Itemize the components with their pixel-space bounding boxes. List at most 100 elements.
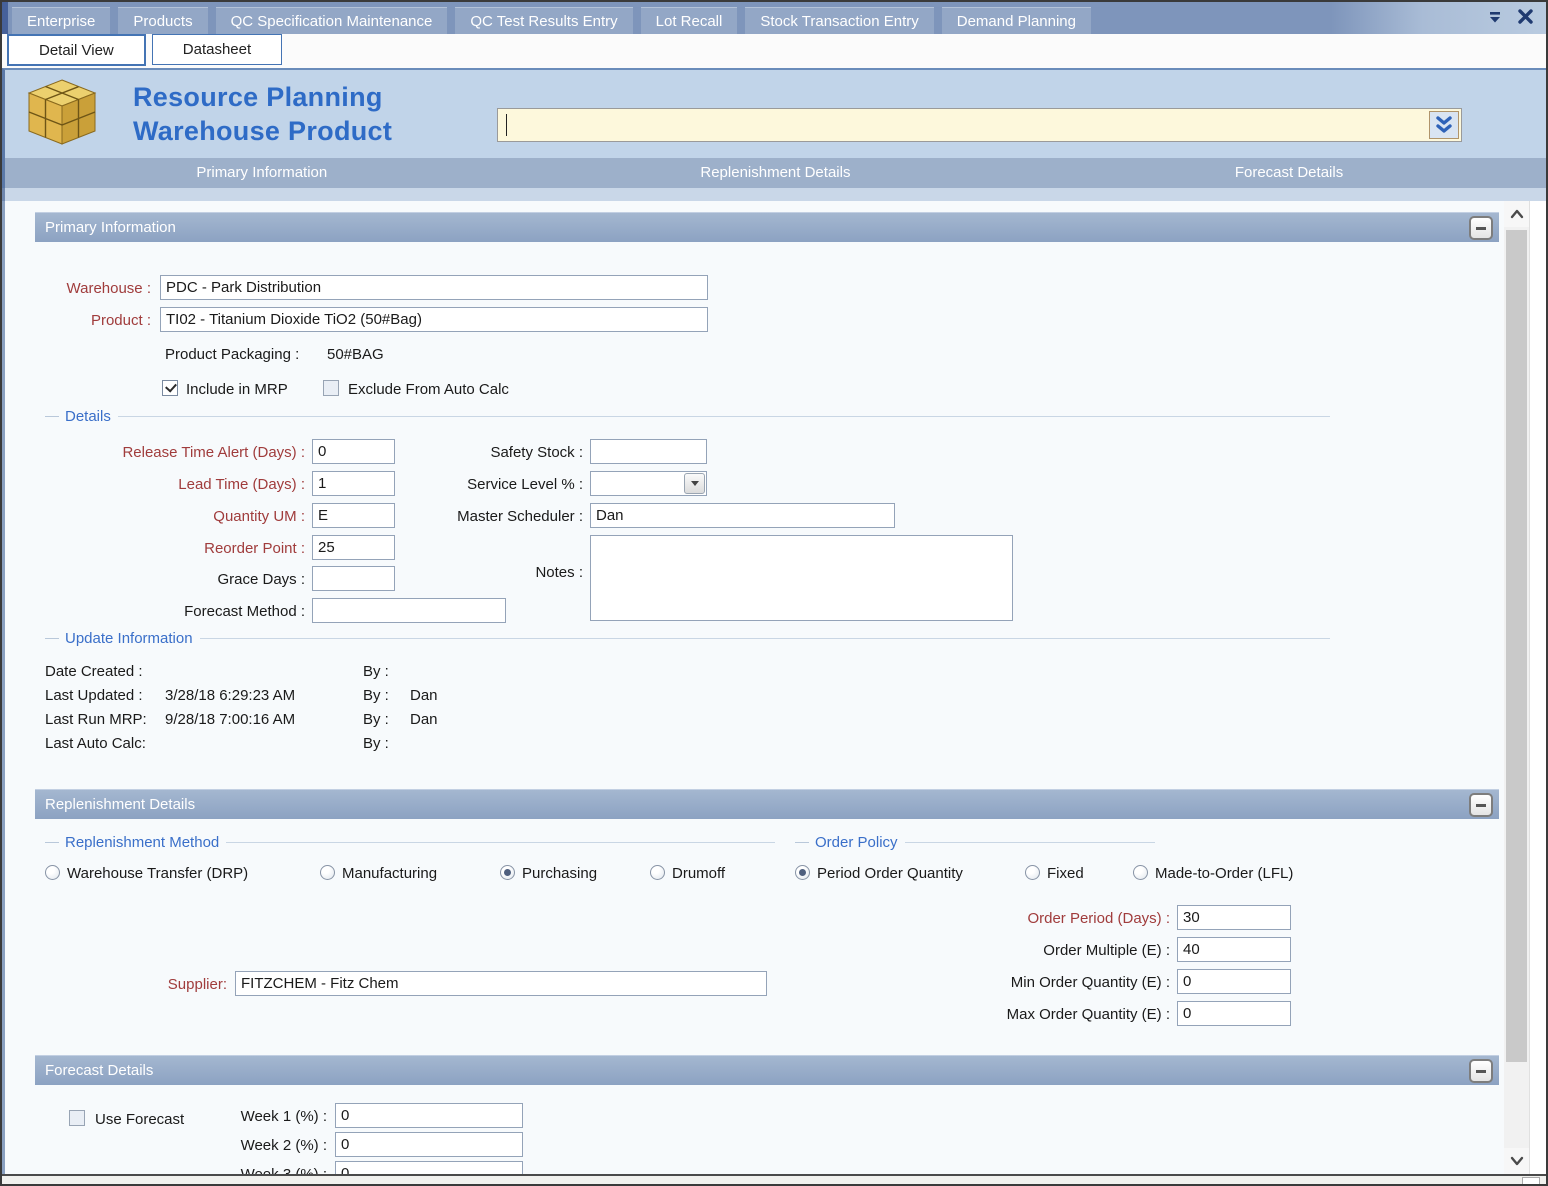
order-period-input[interactable] (1177, 905, 1291, 930)
max-order-quantity-label: Max Order Quantity (E) : (910, 1006, 1170, 1023)
order-policy-group-legend: Order Policy (795, 834, 1155, 850)
replenishment-method-group-legend: Replenishment Method (45, 834, 775, 850)
grace-days-label: Grace Days : (45, 571, 305, 588)
tab-qc-specification-maintenance[interactable]: QC Specification Maintenance (216, 7, 448, 34)
app-window: Enterprise Products QC Specification Mai… (0, 0, 1548, 1186)
record-search-dropdown-button[interactable] (1429, 111, 1459, 139)
service-level-label: Service Level % : (365, 476, 583, 493)
update-info-row: Date Created : By : (45, 663, 745, 687)
week2-input[interactable] (335, 1132, 523, 1157)
section-header-primary-information[interactable]: Primary Information (35, 212, 1499, 242)
order-multiple-input[interactable] (1177, 937, 1291, 962)
nav-primary-information[interactable]: Primary Information (5, 158, 519, 188)
tab-demand-planning[interactable]: Demand Planning (942, 7, 1091, 34)
product-packaging-value: 50#BAG (327, 346, 384, 363)
status-bar (2, 1174, 1546, 1186)
radio-fixed-label: Fixed (1047, 865, 1084, 882)
notes-label: Notes : (365, 564, 583, 581)
by-value: Dan (410, 711, 438, 728)
update-info-row: Last Run MRP: 9/28/18 7:00:16 AM By : Da… (45, 711, 745, 735)
page-title-line2: Warehouse Product (133, 114, 392, 148)
include-in-mrp-checkbox[interactable] (162, 380, 178, 396)
service-level-dropdown[interactable] (590, 471, 707, 496)
tab-lot-recall[interactable]: Lot Recall (641, 7, 738, 34)
radio-drumoff[interactable] (650, 865, 665, 880)
product-input[interactable] (160, 307, 708, 332)
min-order-quantity-label: Min Order Quantity (E) : (910, 974, 1170, 991)
max-order-quantity-input[interactable] (1177, 1001, 1291, 1026)
scroll-up-button[interactable] (1504, 201, 1529, 227)
tab-bar-controls (1487, 8, 1534, 25)
vertical-scrollbar[interactable] (1504, 201, 1529, 1174)
last-run-mrp-label: Last Run MRP: (45, 711, 147, 728)
section-header-replenishment-details[interactable]: Replenishment Details (35, 789, 1499, 819)
by-label: By : (363, 711, 389, 728)
week1-label: Week 1 (%) : (227, 1108, 327, 1125)
warehouse-input[interactable] (160, 275, 708, 300)
collapse-button-replenishment[interactable] (1469, 793, 1493, 817)
scrollbar-thumb[interactable] (1506, 230, 1527, 1062)
last-updated-value: 3/28/18 6:29:23 AM (165, 687, 295, 704)
tab-stock-transaction-entry[interactable]: Stock Transaction Entry (745, 7, 933, 34)
week2-label: Week 2 (%) : (227, 1137, 327, 1154)
collapse-button-primary[interactable] (1469, 216, 1493, 240)
quantity-um-label: Quantity UM : (45, 508, 305, 525)
use-forecast-label: Use Forecast (95, 1111, 184, 1128)
product-label: Product : (45, 312, 151, 329)
radio-manufacturing[interactable] (320, 865, 335, 880)
right-margin (1529, 201, 1548, 1174)
radio-purchasing[interactable] (500, 865, 515, 880)
scroll-down-button[interactable] (1504, 1148, 1529, 1174)
tab-datasheet[interactable]: Datasheet (152, 34, 282, 65)
by-value: Dan (410, 687, 438, 704)
forecast-method-input[interactable] (312, 598, 506, 623)
nav-forecast-details[interactable]: Forecast Details (1032, 158, 1546, 188)
tab-enterprise[interactable]: Enterprise (12, 7, 110, 34)
include-in-mrp-label: Include in MRP (186, 381, 288, 398)
forecast-method-label: Forecast Method : (45, 603, 305, 620)
by-label: By : (363, 663, 389, 680)
notes-textarea[interactable] (590, 535, 1013, 621)
master-scheduler-input[interactable] (590, 503, 895, 528)
update-info-row: Last Auto Calc: By : (45, 735, 745, 759)
order-period-label: Order Period (Days) : (910, 910, 1170, 927)
record-search-input[interactable] (498, 109, 1428, 141)
resize-grip[interactable] (1522, 1177, 1540, 1185)
radio-made-to-order-lfl[interactable] (1133, 865, 1148, 880)
use-forecast-checkbox[interactable] (69, 1110, 85, 1126)
min-order-quantity-input[interactable] (1177, 969, 1291, 994)
service-level-dropdown-button[interactable] (684, 473, 705, 494)
page-title-line1: Resource Planning (133, 80, 392, 114)
nav-divider-strip (2, 188, 1546, 201)
safety-stock-input[interactable] (590, 439, 707, 464)
master-scheduler-label: Master Scheduler : (365, 508, 583, 525)
text-cursor (506, 114, 507, 136)
tab-list-icon[interactable] (1487, 9, 1503, 25)
radio-made-to-order-lfl-label: Made-to-Order (LFL) (1155, 865, 1293, 882)
radio-period-order-quantity[interactable] (795, 865, 810, 880)
radio-fixed[interactable] (1025, 865, 1040, 880)
last-updated-label: Last Updated : (45, 687, 143, 704)
tab-detail-view[interactable]: Detail View (7, 34, 146, 66)
collapse-button-forecast[interactable] (1469, 1059, 1493, 1083)
order-multiple-label: Order Multiple (E) : (910, 942, 1170, 959)
update-information-group-legend: Update Information (45, 630, 1330, 646)
section-header-forecast-details[interactable]: Forecast Details (35, 1055, 1499, 1085)
date-created-label: Date Created : (45, 663, 143, 680)
reorder-point-input[interactable] (312, 535, 395, 560)
reorder-point-label: Reorder Point : (45, 540, 305, 557)
lead-time-label: Lead Time (Days) : (45, 476, 305, 493)
warehouse-label: Warehouse : (45, 280, 151, 297)
double-chevron-down-icon (1434, 115, 1454, 135)
nav-replenishment-details[interactable]: Replenishment Details (519, 158, 1033, 188)
close-icon[interactable] (1517, 8, 1534, 25)
week3-input[interactable] (335, 1161, 523, 1174)
last-auto-calc-label: Last Auto Calc: (45, 735, 146, 752)
supplier-input[interactable] (235, 971, 767, 996)
radio-warehouse-transfer-drp[interactable] (45, 865, 60, 880)
week1-input[interactable] (335, 1103, 523, 1128)
tab-products[interactable]: Products (118, 7, 207, 34)
exclude-from-auto-calc-checkbox[interactable] (323, 380, 339, 396)
tab-qc-test-results-entry[interactable]: QC Test Results Entry (455, 7, 632, 34)
view-tab-bar: Detail View Datasheet (2, 34, 1546, 68)
